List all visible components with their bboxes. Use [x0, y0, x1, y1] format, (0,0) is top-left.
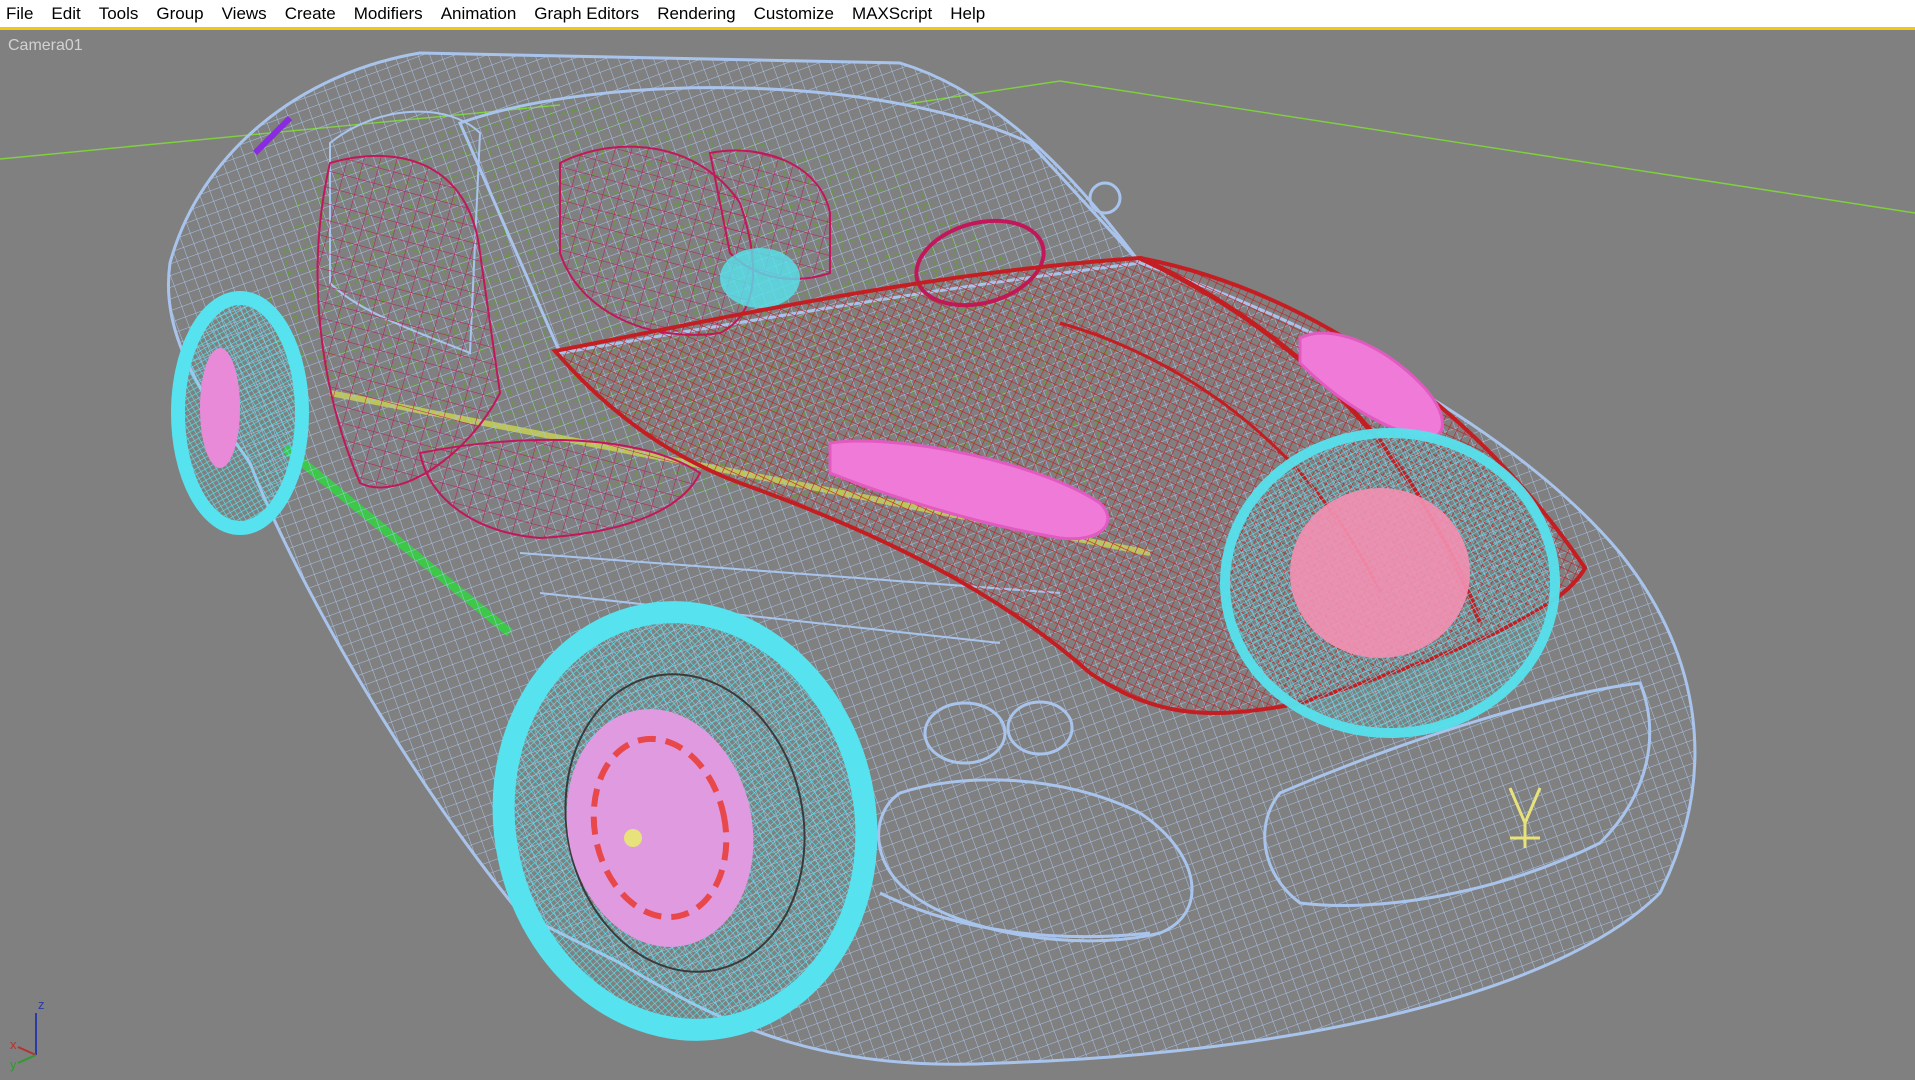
menu-create[interactable]: Create [276, 0, 345, 28]
axis-x-label: x [10, 1037, 17, 1052]
menu-modifiers[interactable]: Modifiers [345, 0, 432, 28]
menu-file[interactable]: File [0, 0, 42, 28]
menu-tools[interactable]: Tools [90, 0, 148, 28]
grid-line-right [1059, 80, 1915, 214]
menu-help[interactable]: Help [941, 0, 994, 28]
axis-x-line [17, 1046, 37, 1056]
menu-customize[interactable]: Customize [745, 0, 843, 28]
axis-y-line [17, 1054, 37, 1064]
menu-animation[interactable]: Animation [432, 0, 526, 28]
menu-bar: File Edit Tools Group Views Create Modifiers An… [0, 0, 1915, 30]
menu-maxscript[interactable]: MAXScript [843, 0, 941, 28]
menu-views[interactable]: Views [213, 0, 276, 28]
camera-viewport[interactable]: Camera01 z x y [0, 33, 1915, 1080]
axis-y-label: y [10, 1057, 17, 1072]
menu-group[interactable]: Group [147, 0, 212, 28]
menu-edit[interactable]: Edit [42, 0, 89, 28]
car-wireframe-model [0, 51, 1915, 1066]
wheel-rear-left [171, 291, 309, 535]
viewport-label[interactable]: Camera01 [8, 37, 83, 55]
wheel-front-right [1220, 428, 1560, 738]
menu-rendering[interactable]: Rendering [648, 0, 744, 28]
axis-tripod: z x y [10, 997, 45, 1072]
axis-z-label: z [38, 997, 45, 1012]
menu-graph-editors[interactable]: Graph Editors [525, 0, 648, 28]
